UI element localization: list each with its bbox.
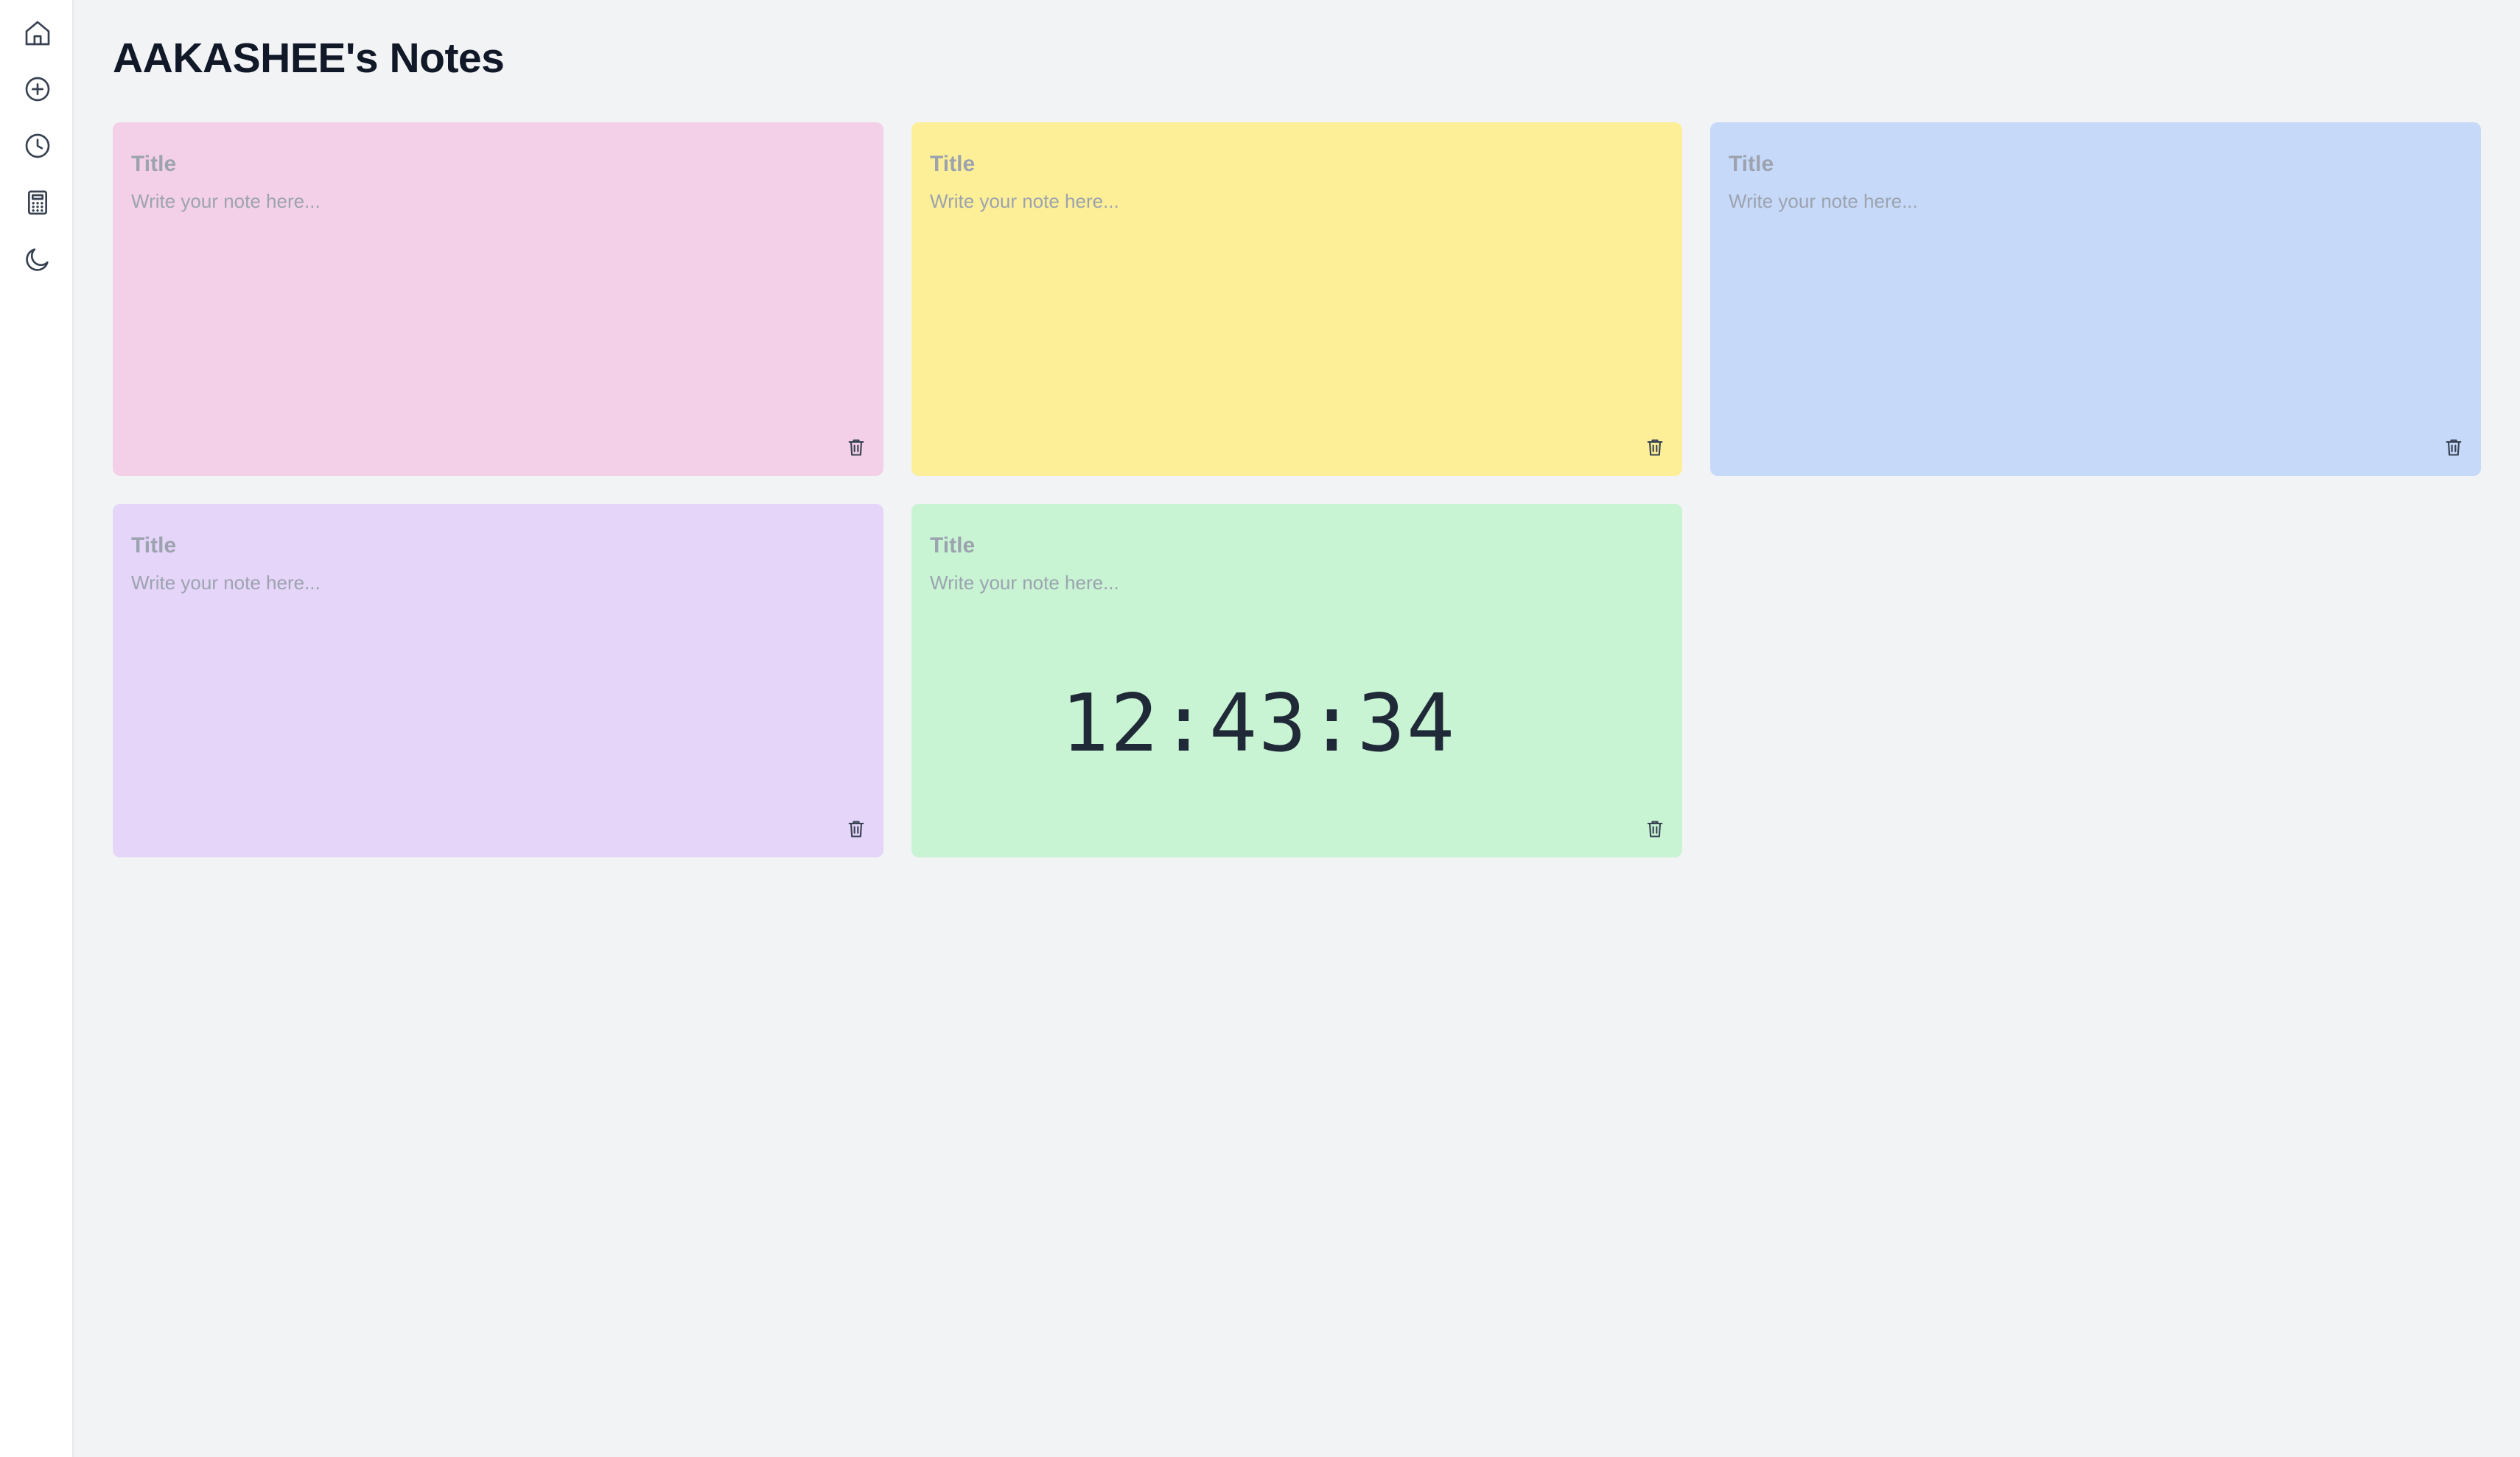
note-body-input[interactable] bbox=[1729, 190, 2451, 352]
note-card: 12:43:34 bbox=[911, 504, 1682, 857]
main-content: AAKASHEE's Notes Title Write your note h… bbox=[74, 0, 2520, 1457]
note-card bbox=[113, 504, 883, 857]
trash-icon[interactable] bbox=[1644, 816, 1666, 841]
note-title-input[interactable] bbox=[930, 152, 1652, 177]
page-title: AAKASHEE's Notes bbox=[113, 35, 505, 82]
note-title-input[interactable] bbox=[131, 533, 853, 558]
note-card bbox=[113, 122, 883, 476]
calculator-icon[interactable] bbox=[21, 186, 55, 220]
add-note-icon[interactable] bbox=[21, 72, 55, 106]
note-body-input[interactable] bbox=[131, 572, 853, 734]
note-card bbox=[1710, 122, 2481, 476]
home-icon[interactable] bbox=[21, 16, 55, 50]
clock-display: 12:43:34 bbox=[1060, 678, 1457, 770]
trash-icon[interactable] bbox=[845, 435, 867, 460]
note-title-input[interactable] bbox=[131, 152, 853, 177]
note-title-input[interactable] bbox=[1729, 152, 2451, 177]
clock-icon[interactable] bbox=[21, 129, 55, 163]
trash-icon[interactable] bbox=[1644, 435, 1666, 460]
note-body-input[interactable] bbox=[930, 190, 1652, 352]
sidebar bbox=[0, 0, 74, 1457]
trash-icon[interactable] bbox=[2443, 435, 2465, 460]
note-card bbox=[911, 122, 1682, 476]
note-body-input[interactable] bbox=[131, 190, 853, 352]
note-title-input[interactable] bbox=[930, 533, 1652, 558]
moon-icon[interactable] bbox=[21, 242, 55, 276]
trash-icon[interactable] bbox=[845, 816, 867, 841]
